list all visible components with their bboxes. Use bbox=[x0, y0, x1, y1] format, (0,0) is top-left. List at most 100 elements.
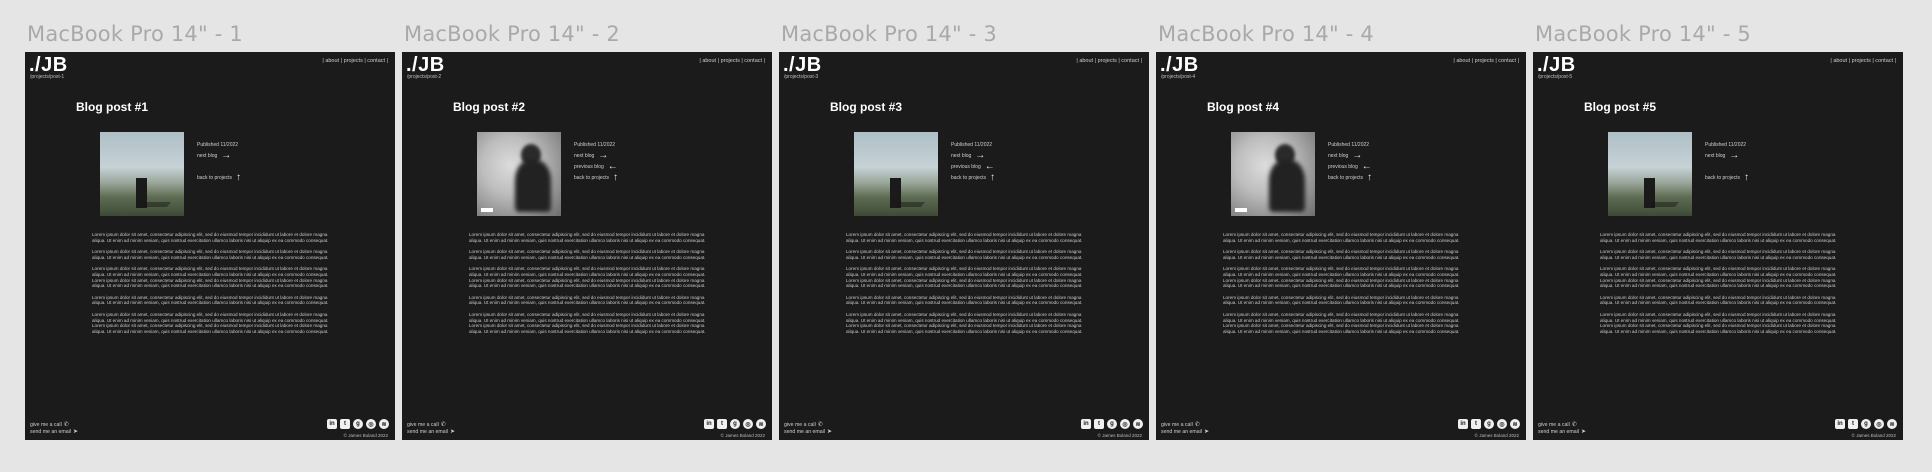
github-icon[interactable]: g bbox=[730, 419, 740, 429]
body-paragraph: Lorem ipsum dolor sit amet, consectetur … bbox=[1600, 294, 1837, 306]
artboard-title[interactable]: MacBook Pro 14" - 5 bbox=[1535, 22, 1751, 46]
back-to-projects-link[interactable]: back to projects ↑ bbox=[951, 173, 995, 183]
arrow-right-icon: → bbox=[975, 150, 986, 161]
next-blog-link[interactable]: next blog → bbox=[1328, 151, 1362, 161]
published-date: Published 11/2022 bbox=[197, 142, 239, 148]
twitter-icon[interactable]: t bbox=[1471, 419, 1481, 429]
body-paragraph: Lorem ipsum dolor sit amet, consectetur … bbox=[846, 294, 1083, 306]
body-paragraph: Lorem ipsum dolor sit amet, consectetur … bbox=[92, 249, 329, 260]
top-nav[interactable]: | about | projects | contact | bbox=[1076, 58, 1142, 64]
email-link[interactable]: send me an email ➤ bbox=[1538, 429, 1586, 436]
body-paragraph: Lorem ipsum dolor sit amet, consectetur … bbox=[1223, 249, 1460, 260]
phone-icon: ✆ bbox=[63, 422, 69, 428]
published-date: Published 11/2022 bbox=[1328, 142, 1370, 148]
body-paragraph: Lorem ipsum dolor sit amet, consectetur … bbox=[469, 266, 706, 289]
github-icon[interactable]: g bbox=[1484, 419, 1494, 429]
blog-post-page: ./JB /projects/post-5 | about | projects… bbox=[1533, 52, 1903, 440]
call-link[interactable]: give me a call ✆ bbox=[1538, 422, 1586, 429]
email-label: send me an email bbox=[1538, 429, 1579, 435]
artboard: MacBook Pro 14" - 3 ./JB /projects/post-… bbox=[779, 0, 1149, 472]
instagram-icon[interactable]: ◎ bbox=[1497, 419, 1507, 429]
top-nav[interactable]: | about | projects | contact | bbox=[699, 58, 765, 64]
spotify-icon[interactable]: ≋ bbox=[379, 419, 389, 429]
figure-cover-image bbox=[1231, 132, 1315, 216]
email-link[interactable]: send me an email ➤ bbox=[30, 429, 78, 436]
back-to-projects-label: back to projects bbox=[574, 175, 610, 181]
body-paragraph: Lorem ipsum dolor sit amet, consectetur … bbox=[92, 232, 329, 243]
github-icon[interactable]: g bbox=[1861, 419, 1871, 429]
back-to-projects-link[interactable]: back to projects ↑ bbox=[197, 173, 241, 183]
twitter-icon[interactable]: t bbox=[1094, 419, 1104, 429]
linkedin-icon[interactable]: in bbox=[704, 419, 714, 429]
top-nav[interactable]: | about | projects | contact | bbox=[322, 58, 388, 64]
linkedin-icon[interactable]: in bbox=[1081, 419, 1091, 429]
spotify-icon[interactable]: ≋ bbox=[1510, 419, 1520, 429]
blog-post-page: ./JB /projects/post-1 | about | projects… bbox=[25, 52, 395, 440]
back-to-projects-link[interactable]: back to projects ↑ bbox=[1328, 173, 1372, 183]
call-link[interactable]: give me a call ✆ bbox=[1161, 422, 1209, 429]
back-to-projects-link[interactable]: back to projects ↑ bbox=[574, 173, 618, 183]
artboard-title[interactable]: MacBook Pro 14" - 4 bbox=[1158, 22, 1374, 46]
artboard-title[interactable]: MacBook Pro 14" - 2 bbox=[404, 22, 620, 46]
post-body: Lorem ipsum dolor sit amet, consectetur … bbox=[846, 232, 1086, 340]
call-label: give me a call bbox=[407, 422, 439, 428]
copyright: © James Boland 2022 bbox=[1097, 433, 1142, 438]
back-to-projects-link[interactable]: back to projects ↑ bbox=[1705, 173, 1749, 183]
call-link[interactable]: give me a call ✆ bbox=[30, 422, 78, 429]
linkedin-icon[interactable]: in bbox=[327, 419, 337, 429]
email-link[interactable]: send me an email ➤ bbox=[1161, 429, 1209, 436]
artboard: MacBook Pro 14" - 5 ./JB /projects/post-… bbox=[1533, 0, 1903, 472]
monolith-shadow bbox=[1648, 202, 1680, 207]
instagram-icon[interactable]: ◎ bbox=[1120, 419, 1130, 429]
artboard-title[interactable]: MacBook Pro 14" - 1 bbox=[27, 22, 243, 46]
previous-blog-link[interactable]: previous blog ← bbox=[574, 162, 618, 172]
next-blog-link[interactable]: next blog → bbox=[574, 151, 608, 161]
spotify-icon[interactable]: ≋ bbox=[1133, 419, 1143, 429]
email-link[interactable]: send me an email ➤ bbox=[407, 429, 455, 436]
body-paragraph: Lorem ipsum dolor sit amet, consectetur … bbox=[846, 311, 1083, 334]
published-date: Published 11/2022 bbox=[1705, 142, 1747, 148]
email-label: send me an email bbox=[407, 429, 448, 435]
paper-plane-icon: ➤ bbox=[1203, 429, 1209, 435]
arrow-left-icon: ← bbox=[984, 161, 995, 172]
email-link[interactable]: send me an email ➤ bbox=[784, 429, 832, 436]
spotify-icon[interactable]: ≋ bbox=[1887, 419, 1897, 429]
blog-post-page: ./JB /projects/post-4 | about | projects… bbox=[1156, 52, 1526, 440]
next-blog-link[interactable]: next blog → bbox=[197, 151, 231, 161]
spotify-icon[interactable]: ≋ bbox=[756, 419, 766, 429]
copyright: © James Boland 2022 bbox=[1474, 433, 1519, 438]
twitter-icon[interactable]: t bbox=[340, 419, 350, 429]
previous-blog-link[interactable]: previous blog ← bbox=[1328, 162, 1372, 172]
github-icon[interactable]: g bbox=[353, 419, 363, 429]
next-blog-link[interactable]: next blog → bbox=[951, 150, 986, 161]
artboard-title[interactable]: MacBook Pro 14" - 3 bbox=[781, 22, 997, 46]
body-paragraph: Lorem ipsum dolor sit amet, consectetur … bbox=[846, 249, 1083, 260]
figure-cover-image bbox=[477, 132, 561, 216]
social-links: in t g ◎ ≋ bbox=[1458, 419, 1520, 429]
paper-plane-icon: ➤ bbox=[1580, 429, 1586, 435]
github-icon[interactable]: g bbox=[1107, 419, 1117, 429]
top-nav[interactable]: | about | projects | contact | bbox=[1830, 58, 1896, 64]
contact-links: give me a call ✆ send me an email ➤ bbox=[1538, 422, 1586, 436]
social-links: in t g ◎ ≋ bbox=[327, 419, 389, 429]
call-link[interactable]: give me a call ✆ bbox=[784, 422, 832, 429]
linkedin-icon[interactable]: in bbox=[1835, 419, 1845, 429]
next-blog-label: next blog bbox=[1328, 153, 1349, 159]
post-title: Blog post #4 bbox=[1207, 100, 1280, 114]
twitter-icon[interactable]: t bbox=[1848, 419, 1858, 429]
next-blog-link[interactable]: next blog → bbox=[1705, 151, 1739, 161]
copyright: © James Boland 2022 bbox=[343, 433, 388, 438]
instagram-icon[interactable]: ◎ bbox=[743, 419, 753, 429]
post-body: Lorem ipsum dolor sit amet, consectetur … bbox=[92, 232, 332, 340]
twitter-icon[interactable]: t bbox=[717, 419, 727, 429]
body-paragraph: Lorem ipsum dolor sit amet, consectetur … bbox=[469, 294, 706, 306]
instagram-icon[interactable]: ◎ bbox=[1874, 419, 1884, 429]
post-body: Lorem ipsum dolor sit amet, consectetur … bbox=[469, 232, 709, 340]
linkedin-icon[interactable]: in bbox=[1458, 419, 1468, 429]
call-link[interactable]: give me a call ✆ bbox=[407, 422, 455, 429]
previous-blog-link[interactable]: previous blog ← bbox=[951, 161, 995, 172]
instagram-icon[interactable]: ◎ bbox=[366, 419, 376, 429]
top-nav[interactable]: | about | projects | contact | bbox=[1453, 58, 1519, 64]
paper-plane-icon: ➤ bbox=[826, 429, 832, 435]
copyright: © James Boland 2022 bbox=[1851, 433, 1896, 438]
